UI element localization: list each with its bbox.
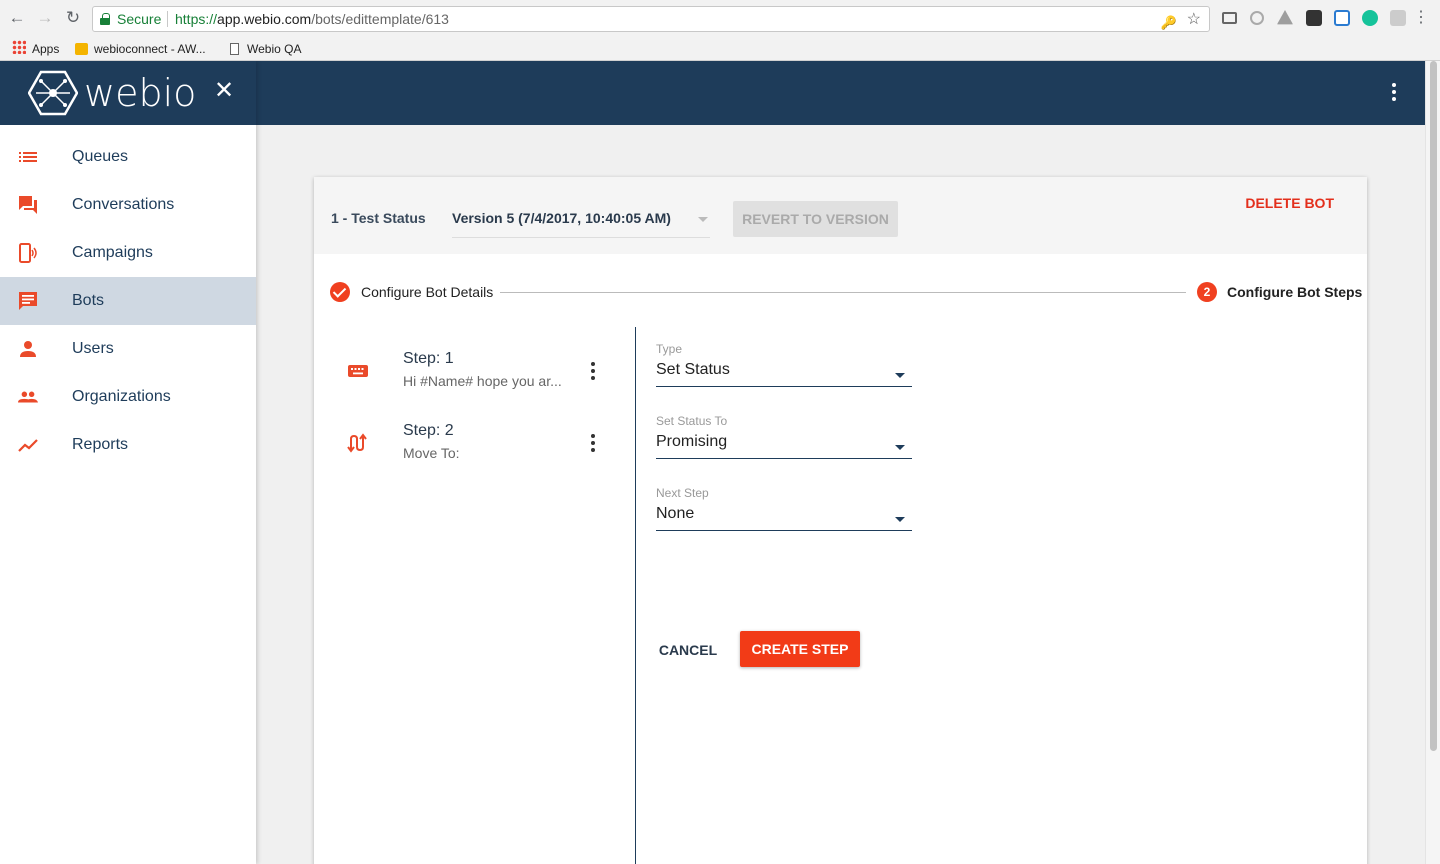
more-vert-icon[interactable] bbox=[1391, 83, 1397, 103]
grammarly-icon[interactable] bbox=[1362, 10, 1378, 26]
people-icon bbox=[18, 391, 38, 403]
close-sidebar-icon[interactable]: ✕ bbox=[214, 79, 234, 103]
webio-logo[interactable]: webio bbox=[28, 69, 196, 117]
sidebar-item-label: Conversations bbox=[72, 196, 175, 213]
back-arrow-icon[interactable]: ← bbox=[8, 9, 26, 27]
forward-arrow-icon[interactable]: → bbox=[36, 9, 54, 27]
app-root: webio ✕ Queues Conversations Campaigns B… bbox=[0, 61, 1425, 864]
address-bar[interactable]: Secure https://app.webio.com/bots/editte… bbox=[92, 6, 1210, 32]
list-icon bbox=[19, 152, 37, 162]
person-icon bbox=[20, 341, 36, 357]
cancel-button[interactable]: CANCEL bbox=[656, 639, 720, 661]
bookmarks-bar: Apps webioconnect - AW... Webio QA bbox=[0, 37, 1440, 61]
keyboard-icon bbox=[348, 365, 368, 377]
version-select[interactable]: Version 5 (7/4/2017, 10:40:05 AM) bbox=[452, 202, 710, 238]
phone-broadcast-icon bbox=[19, 243, 37, 263]
sidebar-item-conversations[interactable]: Conversations bbox=[0, 181, 256, 229]
step-number-badge: 2 bbox=[1197, 282, 1217, 302]
sidebar-item-organizations[interactable]: Organizations bbox=[0, 373, 256, 421]
stepper-connector bbox=[500, 292, 1186, 293]
extension-w-icon[interactable] bbox=[1334, 10, 1350, 26]
bookmark-apps[interactable]: Apps bbox=[32, 41, 59, 57]
card-header: 1 - Test Status Version 5 (7/4/2017, 10:… bbox=[314, 177, 1367, 254]
folder-icon bbox=[75, 43, 88, 55]
sidebar-item-label: Users bbox=[72, 340, 114, 357]
sidebar-header: webio ✕ bbox=[0, 61, 256, 125]
type-select[interactable]: Type Set Status bbox=[656, 342, 912, 392]
chevron-down-icon bbox=[698, 217, 708, 222]
sidebar-item-label: Reports bbox=[72, 436, 129, 453]
reload-icon[interactable]: ↻ bbox=[64, 9, 82, 27]
bookmark-webioconnect[interactable]: webioconnect - AW... bbox=[75, 41, 206, 57]
extension-circle-icon[interactable] bbox=[1250, 11, 1264, 25]
trending-icon bbox=[18, 439, 38, 452]
apps-grid-icon[interactable] bbox=[12, 40, 26, 54]
list-item[interactable]: Step: 2 Move To: bbox=[314, 415, 621, 475]
bot-editor-card: 1 - Test Status Version 5 (7/4/2017, 10:… bbox=[314, 177, 1367, 864]
set-status-label: Set Status To bbox=[656, 414, 728, 428]
sidebar-item-reports[interactable]: Reports bbox=[0, 421, 256, 469]
list-item[interactable]: Step: 1 Hi #Name# hope you ar... bbox=[314, 343, 621, 403]
sidebar: webio ✕ Queues Conversations Campaigns B… bbox=[0, 61, 256, 864]
extension-dark-icon[interactable] bbox=[1306, 10, 1322, 26]
step-subtitle: Move To: bbox=[403, 445, 460, 461]
step-configure-bot-details[interactable]: Configure Bot Details bbox=[361, 284, 493, 300]
chevron-down-icon bbox=[895, 373, 905, 378]
swap-icon bbox=[347, 433, 367, 453]
star-icon[interactable]: ☆ bbox=[1187, 8, 1201, 32]
set-status-value: Promising bbox=[656, 433, 728, 450]
revert-to-version-button[interactable]: REVERT TO VERSION bbox=[733, 201, 898, 237]
check-circle-icon bbox=[330, 282, 350, 302]
url-text: https://app.webio.com/bots/edittemplate/… bbox=[175, 11, 449, 27]
step-title: Step: 1 bbox=[403, 350, 454, 367]
version-value: Version 5 (7/4/2017, 10:40:05 AM) bbox=[452, 210, 671, 226]
cast-icon[interactable] bbox=[1222, 12, 1237, 24]
create-step-button[interactable]: CREATE STEP bbox=[740, 631, 860, 667]
vertical-divider bbox=[635, 327, 636, 864]
sidebar-item-label: Queues bbox=[72, 148, 129, 165]
sidebar-item-label: Bots bbox=[72, 292, 105, 309]
next-step-label: Next Step bbox=[656, 486, 709, 500]
secure-label: Secure bbox=[117, 11, 162, 27]
sidebar-item-campaigns[interactable]: Campaigns bbox=[0, 229, 256, 277]
lock-icon bbox=[100, 13, 110, 25]
sidebar-item-queues[interactable]: Queues bbox=[0, 133, 256, 181]
webio-hexagon-icon bbox=[28, 70, 78, 116]
bookmark-webio-qa[interactable]: Webio QA bbox=[230, 41, 301, 57]
page-scrollbar[interactable] bbox=[1425, 61, 1440, 864]
drive-icon[interactable] bbox=[1277, 10, 1293, 25]
chevron-down-icon bbox=[895, 517, 905, 522]
step-configure-bot-steps[interactable]: Configure Bot Steps bbox=[1227, 284, 1362, 300]
next-step-value: None bbox=[656, 505, 695, 522]
chevron-down-icon bbox=[895, 445, 905, 450]
sidebar-item-bots[interactable]: Bots bbox=[0, 277, 256, 325]
bot-name: 1 - Test Status bbox=[331, 210, 426, 226]
browser-toolbar: ← → ↻ Secure https://app.webio.com/bots/… bbox=[0, 0, 1440, 37]
more-vert-icon[interactable] bbox=[590, 434, 596, 454]
logo-text: webio bbox=[84, 71, 197, 115]
type-value: Set Status bbox=[656, 361, 730, 378]
more-vert-icon[interactable] bbox=[590, 362, 596, 382]
scrollbar-thumb[interactable] bbox=[1430, 61, 1437, 751]
next-step-select[interactable]: Next Step None bbox=[656, 486, 912, 536]
stepper: Configure Bot Details 2 Configure Bot St… bbox=[314, 279, 1367, 305]
extension-g-icon[interactable] bbox=[1390, 10, 1406, 26]
set-status-select[interactable]: Set Status To Promising bbox=[656, 414, 912, 464]
page-icon bbox=[230, 43, 239, 55]
message-icon bbox=[19, 292, 37, 310]
key-icon[interactable]: 🔑 bbox=[1161, 11, 1177, 35]
step-subtitle: Hi #Name# hope you ar... bbox=[403, 373, 562, 389]
browser-menu-icon[interactable]: ⋮ bbox=[1412, 9, 1430, 27]
sidebar-item-label: Campaigns bbox=[72, 244, 153, 261]
sidebar-item-label: Organizations bbox=[72, 388, 171, 405]
chat-icon bbox=[19, 196, 37, 214]
type-label: Type bbox=[656, 342, 683, 356]
sidebar-item-users[interactable]: Users bbox=[0, 325, 256, 373]
delete-bot-button[interactable]: DELETE BOT bbox=[1245, 195, 1334, 211]
step-title: Step: 2 bbox=[403, 422, 454, 439]
